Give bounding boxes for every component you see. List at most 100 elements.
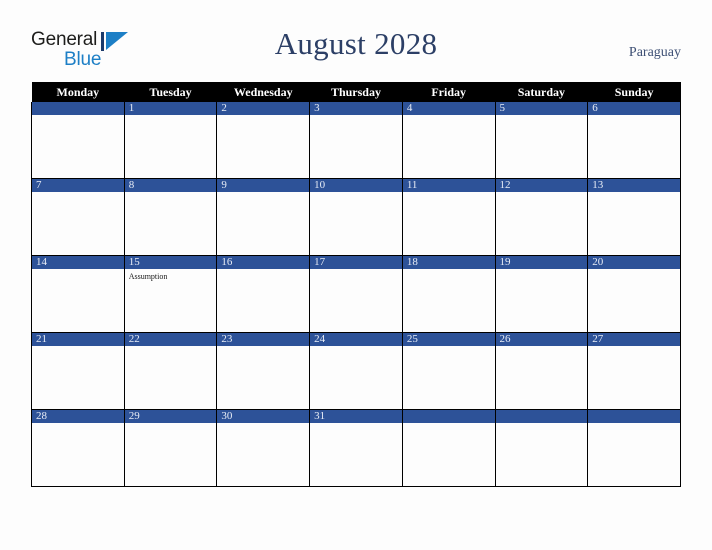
calendar-day-cell[interactable] [401, 409, 496, 487]
day-events [217, 115, 309, 118]
day-number [32, 102, 124, 115]
page-title: August 2028 [274, 26, 438, 61]
calendar-day-cell[interactable]: 30 [216, 409, 311, 487]
calendar-day-cell[interactable]: 24 [309, 332, 403, 410]
calendar-day-cell[interactable]: 21 [31, 332, 125, 410]
day-events [217, 269, 309, 272]
weekday-header-thursday: Thursday [309, 82, 403, 102]
calendar-week-row: 7 8 9 10 11 12 13 [31, 178, 681, 256]
day-events [496, 115, 588, 118]
day-number: 13 [588, 179, 680, 192]
day-number: 17 [310, 256, 402, 269]
day-events [125, 423, 217, 426]
day-events [125, 346, 217, 349]
calendar-day-cell[interactable]: 1 [123, 102, 218, 179]
day-events [32, 192, 124, 195]
calendar-day-cell[interactable]: 23 [216, 332, 311, 410]
calendar-page: General Blue August 2028 Paraguay Monday… [0, 0, 712, 550]
day-events [217, 346, 309, 349]
day-number: 23 [217, 333, 310, 346]
calendar-day-cell[interactable]: 26 [494, 332, 589, 410]
day-number: 31 [310, 410, 402, 423]
day-number: 8 [124, 179, 217, 192]
calendar-day-cell[interactable]: 5 [494, 102, 589, 179]
day-number: 26 [495, 333, 588, 346]
day-events [310, 423, 402, 426]
weekday-header-saturday: Saturday [495, 82, 588, 102]
day-number [402, 410, 495, 423]
day-events [403, 192, 495, 195]
day-events [32, 115, 124, 118]
day-events [588, 423, 680, 426]
weekday-header-friday: Friday [402, 82, 496, 102]
day-number [495, 410, 588, 423]
calendar-day-cell[interactable]: 7 [31, 178, 125, 256]
calendar-day-cell[interactable]: 25 [401, 332, 496, 410]
calendar-week-row: 28 29 30 31 [31, 409, 681, 487]
day-number: 24 [310, 333, 402, 346]
calendar-day-cell[interactable]: 13 [587, 178, 681, 256]
day-number: 14 [32, 256, 124, 269]
calendar-day-cell[interactable]: 15 Assumption [123, 255, 218, 333]
calendar-day-cell[interactable]: 29 [123, 409, 218, 487]
calendar-day-cell[interactable]: 10 [309, 178, 403, 256]
calendar-day-cell[interactable]: 9 [216, 178, 311, 256]
calendar-day-cell[interactable] [494, 409, 589, 487]
calendar-week-row: 123456 [31, 102, 681, 179]
holiday-event-label: Assumption [128, 272, 168, 281]
day-number: 5 [495, 102, 588, 115]
day-number: 6 [588, 102, 680, 115]
calendar-day-cell[interactable]: 18 [401, 255, 496, 333]
weekday-header-tuesday: Tuesday [124, 82, 217, 102]
day-number: 9 [217, 179, 310, 192]
calendar-day-cell[interactable]: 31 [309, 409, 403, 487]
calendar-day-cell[interactable]: 28 [31, 409, 125, 487]
day-events [217, 192, 309, 195]
day-number: 11 [402, 179, 495, 192]
calendar-day-cell[interactable]: 11 [401, 178, 496, 256]
calendar-day-cell[interactable] [587, 409, 681, 487]
calendar-week-row: 21 22 23 24 25 26 27 [31, 332, 681, 410]
day-number: 25 [402, 333, 495, 346]
day-number: 29 [124, 410, 217, 423]
calendar-day-cell[interactable]: 6 [587, 102, 681, 179]
day-events [32, 269, 124, 272]
day-number: 1 [124, 102, 217, 115]
day-events [588, 115, 680, 118]
day-events [496, 346, 588, 349]
calendar-day-cell[interactable]: 2 [216, 102, 311, 179]
day-number: 20 [588, 256, 680, 269]
calendar-day-cell[interactable]: 14 [31, 255, 125, 333]
day-events [403, 346, 495, 349]
day-number: 19 [495, 256, 588, 269]
day-number: 27 [588, 333, 680, 346]
day-events [32, 423, 124, 426]
day-number: 4 [402, 102, 495, 115]
day-number: 10 [310, 179, 402, 192]
weekday-header-wednesday: Wednesday [216, 82, 310, 102]
day-events [403, 423, 495, 426]
calendar-day-cell[interactable]: 22 [123, 332, 218, 410]
calendar-day-cell[interactable]: 3 [309, 102, 403, 179]
day-number: 18 [402, 256, 495, 269]
calendar-day-cell[interactable]: 27 [587, 332, 681, 410]
day-number: 16 [217, 256, 310, 269]
calendar-day-cell[interactable] [31, 102, 125, 179]
day-events [588, 192, 680, 195]
calendar-day-cell[interactable]: 17 [309, 255, 403, 333]
calendar-day-cell[interactable]: 16 [216, 255, 311, 333]
day-number: 30 [217, 410, 310, 423]
day-events [310, 115, 402, 118]
day-events [217, 423, 309, 426]
calendar-day-cell[interactable]: 8 [123, 178, 218, 256]
calendar-day-cell[interactable]: 4 [401, 102, 496, 179]
day-events [125, 115, 217, 118]
day-events [496, 192, 588, 195]
day-events [310, 269, 402, 272]
calendar-day-cell[interactable]: 20 [587, 255, 681, 333]
calendar-day-cell[interactable]: 19 [494, 255, 589, 333]
calendar-day-cell[interactable]: 12 [494, 178, 589, 256]
day-events: Assumption [125, 269, 217, 282]
day-events [32, 346, 124, 349]
day-events [403, 269, 495, 272]
